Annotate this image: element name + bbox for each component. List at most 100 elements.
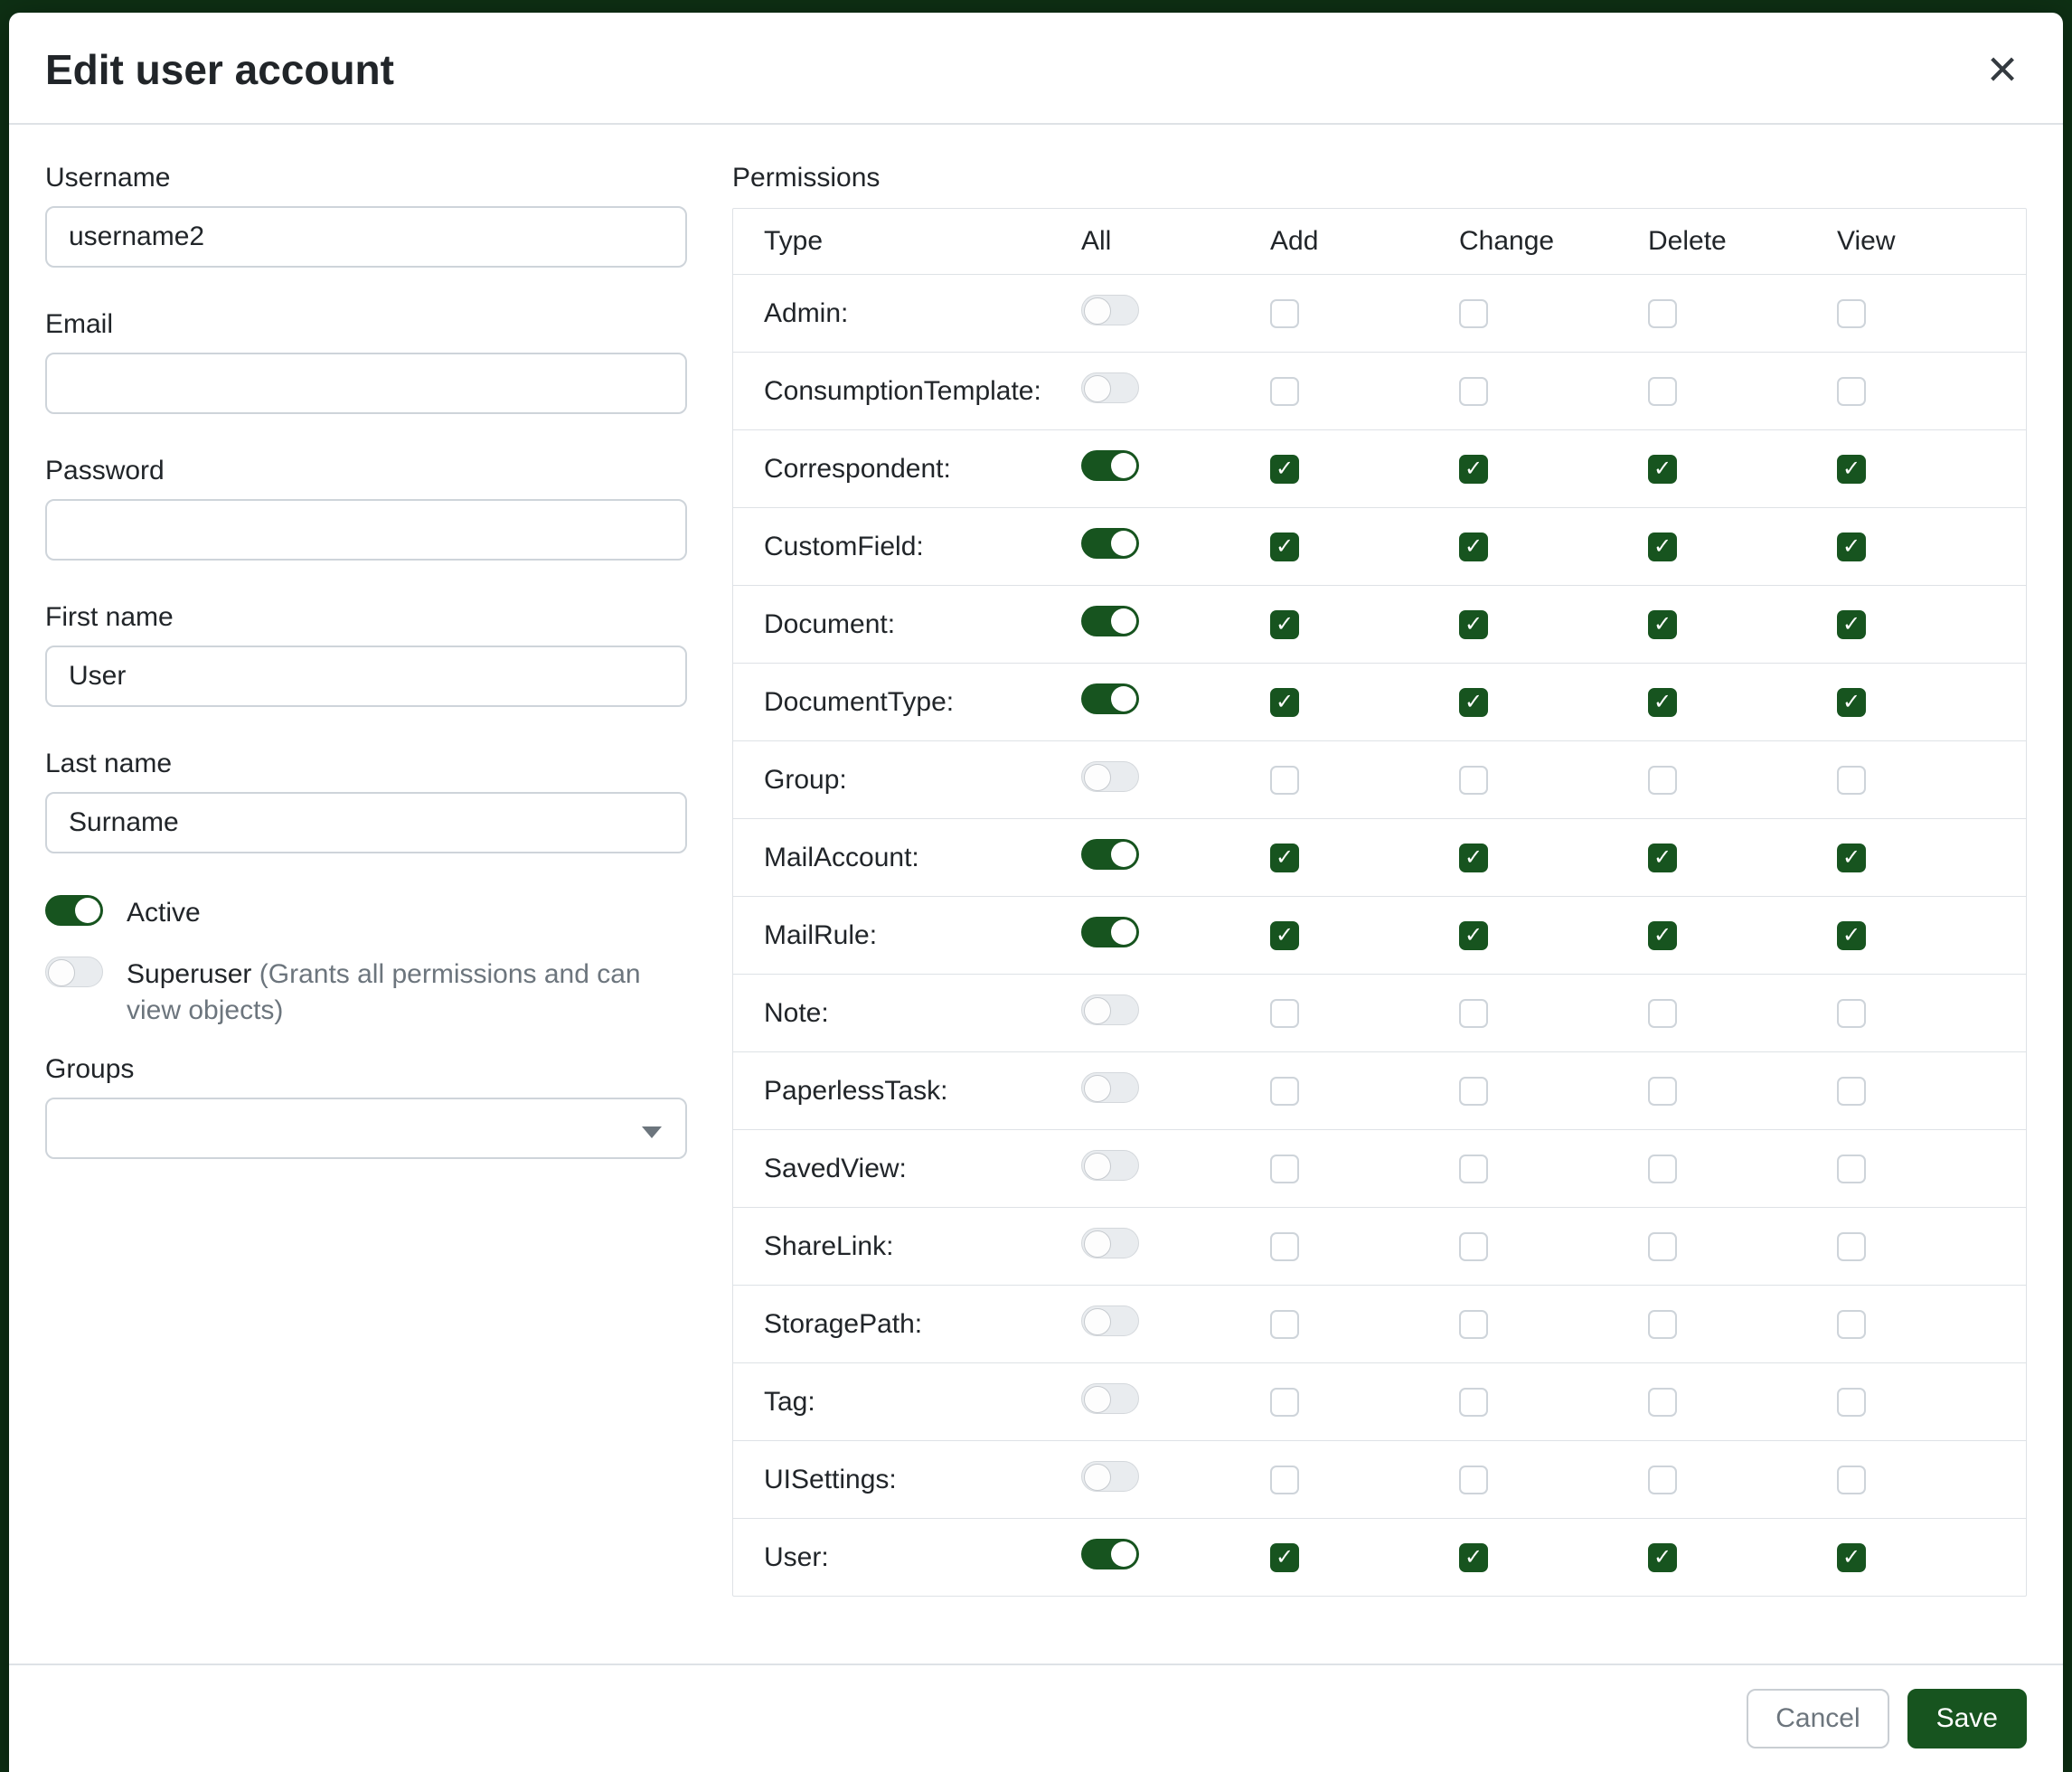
permission-add-checkbox[interactable]: [1270, 1232, 1299, 1261]
permission-delete-checkbox[interactable]: [1648, 1388, 1677, 1417]
permission-all-toggle[interactable]: [1081, 917, 1139, 947]
permission-view-checkbox[interactable]: [1837, 610, 1866, 639]
permission-delete-checkbox[interactable]: [1648, 921, 1677, 950]
permission-all-toggle[interactable]: [1081, 1383, 1139, 1414]
permission-delete-checkbox[interactable]: [1648, 1232, 1677, 1261]
permission-add-checkbox[interactable]: [1270, 533, 1299, 561]
permission-view-checkbox[interactable]: [1837, 999, 1866, 1028]
permission-add-checkbox[interactable]: [1270, 1388, 1299, 1417]
permission-delete-checkbox[interactable]: [1648, 533, 1677, 561]
permission-delete-checkbox[interactable]: [1648, 455, 1677, 484]
last-name-field[interactable]: [45, 792, 687, 853]
permission-all-toggle[interactable]: [1081, 683, 1139, 714]
permission-view-checkbox[interactable]: [1837, 1077, 1866, 1106]
permission-view-checkbox[interactable]: [1837, 533, 1866, 561]
permission-view-checkbox[interactable]: [1837, 377, 1866, 406]
permission-add-checkbox[interactable]: [1270, 688, 1299, 717]
permission-delete-checkbox[interactable]: [1648, 766, 1677, 795]
cancel-button[interactable]: Cancel: [1747, 1689, 1888, 1748]
active-toggle[interactable]: [45, 895, 103, 926]
permission-change-checkbox[interactable]: [1459, 1466, 1488, 1494]
password-field[interactable]: [45, 499, 687, 561]
permission-all-toggle[interactable]: [1081, 606, 1139, 636]
permission-delete-checkbox[interactable]: [1648, 610, 1677, 639]
permission-change-checkbox[interactable]: [1459, 377, 1488, 406]
permission-change-checkbox[interactable]: [1459, 1310, 1488, 1339]
permission-add-checkbox[interactable]: [1270, 844, 1299, 872]
column-header-type: Type: [733, 226, 1081, 257]
permission-all-toggle[interactable]: [1081, 761, 1139, 792]
permission-change-checkbox[interactable]: [1459, 766, 1488, 795]
permission-delete-checkbox[interactable]: [1648, 688, 1677, 717]
close-icon[interactable]: ×: [1982, 43, 2023, 96]
permission-change-checkbox[interactable]: [1459, 844, 1488, 872]
first-name-field[interactable]: [45, 646, 687, 707]
permission-add-checkbox[interactable]: [1270, 610, 1299, 639]
permission-change-checkbox[interactable]: [1459, 1155, 1488, 1183]
permission-view-checkbox[interactable]: [1837, 921, 1866, 950]
edit-user-modal: Edit user account × Username Email Passw…: [9, 13, 2063, 1772]
permission-view-checkbox[interactable]: [1837, 844, 1866, 872]
permission-all-toggle[interactable]: [1081, 1150, 1139, 1181]
permission-change-checkbox[interactable]: [1459, 455, 1488, 484]
permission-all-toggle[interactable]: [1081, 1539, 1139, 1569]
permission-change-checkbox[interactable]: [1459, 688, 1488, 717]
permission-all-toggle[interactable]: [1081, 372, 1139, 403]
permission-delete-checkbox[interactable]: [1648, 1466, 1677, 1494]
permission-change-checkbox[interactable]: [1459, 1388, 1488, 1417]
permission-change-checkbox[interactable]: [1459, 921, 1488, 950]
permission-change-checkbox[interactable]: [1459, 999, 1488, 1028]
save-button[interactable]: Save: [1907, 1689, 2027, 1748]
permission-change-checkbox[interactable]: [1459, 1543, 1488, 1572]
permission-all-toggle[interactable]: [1081, 1072, 1139, 1103]
permission-add-checkbox[interactable]: [1270, 999, 1299, 1028]
permission-delete-checkbox[interactable]: [1648, 377, 1677, 406]
permission-type: MailAccount:: [733, 843, 1081, 873]
permission-add-checkbox[interactable]: [1270, 1310, 1299, 1339]
permission-add-checkbox[interactable]: [1270, 1543, 1299, 1572]
permission-all-toggle[interactable]: [1081, 839, 1139, 870]
permission-delete-checkbox[interactable]: [1648, 299, 1677, 328]
permission-change-checkbox[interactable]: [1459, 610, 1488, 639]
permission-delete-checkbox[interactable]: [1648, 1077, 1677, 1106]
permission-all-toggle[interactable]: [1081, 994, 1139, 1025]
permission-change-checkbox[interactable]: [1459, 1232, 1488, 1261]
superuser-toggle[interactable]: [45, 957, 103, 987]
groups-select[interactable]: [45, 1098, 687, 1159]
permission-add-checkbox[interactable]: [1270, 1077, 1299, 1106]
permission-change-checkbox[interactable]: [1459, 533, 1488, 561]
permission-add-checkbox[interactable]: [1270, 921, 1299, 950]
permission-delete-checkbox[interactable]: [1648, 844, 1677, 872]
permission-all-toggle[interactable]: [1081, 528, 1139, 559]
permission-view-checkbox[interactable]: [1837, 1388, 1866, 1417]
permission-delete-checkbox[interactable]: [1648, 999, 1677, 1028]
permission-all-toggle[interactable]: [1081, 1228, 1139, 1258]
username-input[interactable]: [45, 206, 687, 268]
permission-add-checkbox[interactable]: [1270, 299, 1299, 328]
permission-add-checkbox[interactable]: [1270, 377, 1299, 406]
permission-all-toggle[interactable]: [1081, 1461, 1139, 1492]
permission-view-checkbox[interactable]: [1837, 1155, 1866, 1183]
permission-view-checkbox[interactable]: [1837, 455, 1866, 484]
email-field[interactable]: [45, 353, 687, 414]
permission-view-checkbox[interactable]: [1837, 766, 1866, 795]
permission-add-checkbox[interactable]: [1270, 1155, 1299, 1183]
permission-add-checkbox[interactable]: [1270, 766, 1299, 795]
permission-view-checkbox[interactable]: [1837, 1466, 1866, 1494]
permission-delete-checkbox[interactable]: [1648, 1310, 1677, 1339]
permission-delete-checkbox[interactable]: [1648, 1543, 1677, 1572]
permission-view-checkbox[interactable]: [1837, 299, 1866, 328]
permission-all-toggle[interactable]: [1081, 295, 1139, 325]
permission-view-checkbox[interactable]: [1837, 1310, 1866, 1339]
permission-view-checkbox[interactable]: [1837, 1232, 1866, 1261]
permission-add-checkbox[interactable]: [1270, 1466, 1299, 1494]
permission-change-checkbox[interactable]: [1459, 1077, 1488, 1106]
permission-add-checkbox[interactable]: [1270, 455, 1299, 484]
permission-change-checkbox[interactable]: [1459, 299, 1488, 328]
permission-view-checkbox[interactable]: [1837, 1543, 1866, 1572]
permission-all-toggle[interactable]: [1081, 450, 1139, 481]
permission-all-toggle[interactable]: [1081, 1305, 1139, 1336]
permission-view-checkbox[interactable]: [1837, 688, 1866, 717]
permission-delete-checkbox[interactable]: [1648, 1155, 1677, 1183]
superuser-label: Superuser: [127, 959, 251, 989]
